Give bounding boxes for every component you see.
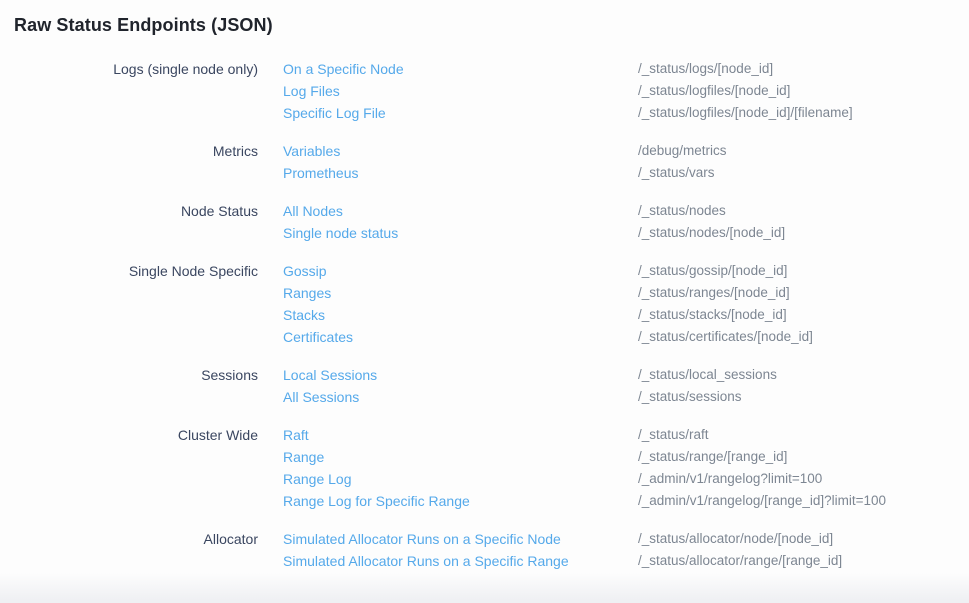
endpoint-section: Single Node Specific GossipRangesStacksCe… (0, 260, 969, 348)
endpoint-link[interactable]: Specific Log File (283, 102, 386, 124)
endpoint-section: Node Status All NodesSingle node status /_… (0, 200, 969, 244)
category-label: Logs (single node only) (0, 58, 258, 124)
links-column: GossipRangesStacksCertificates (283, 260, 613, 348)
endpoint-path: /_status/raft (638, 424, 969, 446)
endpoint-link[interactable]: All Sessions (283, 386, 359, 408)
endpoint-link[interactable]: Variables (283, 140, 340, 162)
endpoint-path: /_status/local_sessions (638, 364, 969, 386)
endpoint-path: /_status/sessions (638, 386, 969, 408)
links-column: Simulated Allocator Runs on a Specific N… (283, 528, 613, 572)
endpoint-link[interactable]: Stacks (283, 304, 325, 326)
paths-column: /_status/allocator/node/[node_id]/_statu… (638, 528, 969, 572)
endpoint-link[interactable]: Single node status (283, 222, 398, 244)
links-column: All NodesSingle node status (283, 200, 613, 244)
paths-column: /debug/metrics/_status/vars (638, 140, 969, 184)
endpoint-path: /_status/vars (638, 162, 969, 184)
endpoint-section: Allocator Simulated Allocator Runs on a S… (0, 528, 969, 572)
category-label: Single Node Specific (0, 260, 258, 348)
endpoint-link[interactable]: All Nodes (283, 200, 343, 222)
endpoint-path: /_admin/v1/rangelog/[range_id]?limit=100 (638, 490, 969, 512)
endpoint-section: Cluster Wide RaftRangeRange LogRange Log … (0, 424, 969, 512)
endpoints-list: Logs (single node only) On a Specific Nod… (0, 58, 969, 572)
paths-column: /_status/nodes/_status/nodes/[node_id] (638, 200, 969, 244)
endpoint-link[interactable]: Prometheus (283, 162, 358, 184)
links-column: On a Specific NodeLog FilesSpecific Log … (283, 58, 613, 124)
endpoint-link[interactable]: Gossip (283, 260, 327, 282)
paths-column: /_status/gossip/[node_id]/_status/ranges… (638, 260, 969, 348)
endpoint-section: Sessions Local SessionsAll Sessions /_stat… (0, 364, 969, 408)
endpoint-link[interactable]: Range Log (283, 468, 352, 490)
links-column: VariablesPrometheus (283, 140, 613, 184)
endpoint-path: /_status/allocator/range/[range_id] (638, 550, 969, 572)
endpoint-path: /_status/ranges/[node_id] (638, 282, 969, 304)
links-column: RaftRangeRange LogRange Log for Specific… (283, 424, 613, 512)
footer-shade (0, 573, 969, 603)
links-column: Local SessionsAll Sessions (283, 364, 613, 408)
endpoint-path: /debug/metrics (638, 140, 969, 162)
endpoint-link[interactable]: Certificates (283, 326, 353, 348)
endpoint-path: /_status/gossip/[node_id] (638, 260, 969, 282)
endpoint-link[interactable]: Log Files (283, 80, 340, 102)
endpoint-section: Logs (single node only) On a Specific Nod… (0, 58, 969, 124)
endpoint-link[interactable]: Range (283, 446, 324, 468)
endpoint-link[interactable]: Range Log for Specific Range (283, 490, 470, 512)
endpoint-path: /_status/nodes/[node_id] (638, 222, 969, 244)
endpoint-path: /_admin/v1/rangelog?limit=100 (638, 468, 969, 490)
endpoint-link[interactable]: Ranges (283, 282, 331, 304)
endpoint-section: Metrics VariablesPrometheus/debug/metrics… (0, 140, 969, 184)
category-label: Sessions (0, 364, 258, 408)
endpoint-path: /_status/stacks/[node_id] (638, 304, 969, 326)
endpoint-link[interactable]: On a Specific Node (283, 58, 404, 80)
category-label: Allocator (0, 528, 258, 572)
endpoint-link[interactable]: Simulated Allocator Runs on a Specific N… (283, 528, 561, 550)
endpoint-link[interactable]: Local Sessions (283, 364, 377, 386)
endpoint-path: /_status/nodes (638, 200, 969, 222)
endpoint-path: /_status/certificates/[node_id] (638, 326, 969, 348)
paths-column: /_status/raft/_status/range/[range_id]/_… (638, 424, 969, 512)
category-label: Node Status (0, 200, 258, 244)
category-label: Metrics (0, 140, 258, 184)
category-label: Cluster Wide (0, 424, 258, 512)
paths-column: /_status/local_sessions/_status/sessions (638, 364, 969, 408)
endpoint-path: /_status/range/[range_id] (638, 446, 969, 468)
endpoint-path: /_status/logfiles/[node_id] (638, 80, 969, 102)
endpoint-path: /_status/logfiles/[node_id]/[filename] (638, 102, 969, 124)
endpoint-link[interactable]: Simulated Allocator Runs on a Specific R… (283, 550, 569, 572)
endpoint-link[interactable]: Raft (283, 424, 309, 446)
page-title: Raw Status Endpoints (JSON) (0, 0, 969, 37)
paths-column: /_status/logs/[node_id]/_status/logfiles… (638, 58, 969, 124)
endpoint-path: /_status/logs/[node_id] (638, 58, 969, 80)
endpoint-path: /_status/allocator/node/[node_id] (638, 528, 969, 550)
